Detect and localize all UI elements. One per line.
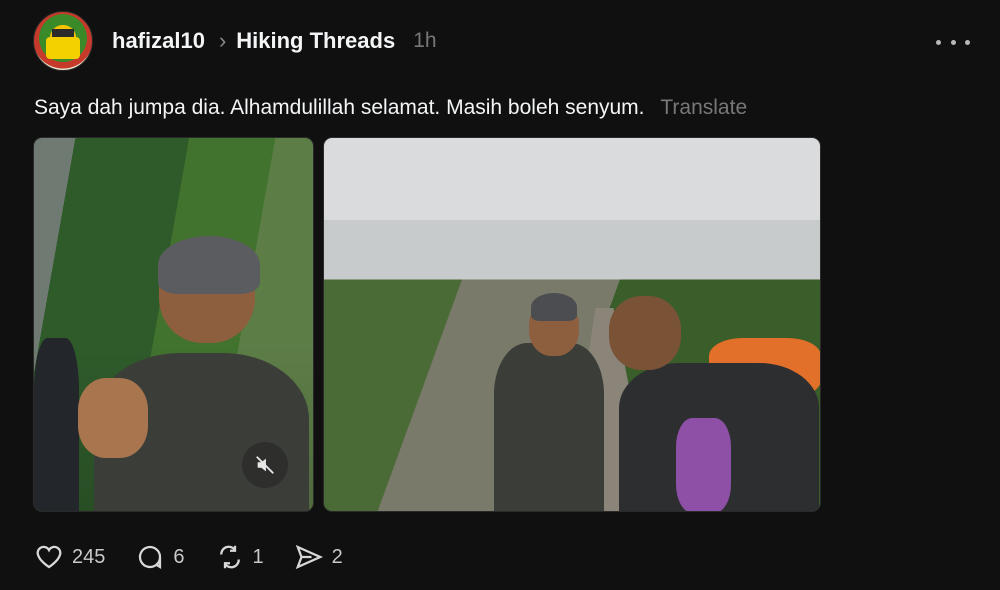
- chevron-right-icon: ›: [218, 28, 227, 53]
- like-button[interactable]: 245: [34, 542, 105, 572]
- more-options-button[interactable]: [936, 32, 970, 52]
- send-icon: [295, 544, 323, 570]
- more-horizontal-icon: [936, 39, 941, 45]
- post-time: 1h: [413, 29, 437, 52]
- post-header: hafizal10 › Hiking Threads 1h: [33, 11, 980, 71]
- post-photo[interactable]: [323, 137, 821, 512]
- reply-button[interactable]: 6: [135, 542, 185, 572]
- repost-count: 1: [252, 545, 264, 568]
- repost-button[interactable]: 1: [215, 542, 264, 572]
- comment-bubble-icon: [139, 545, 162, 570]
- mute-button[interactable]: [242, 442, 288, 488]
- action-bar: 245 6 1 2: [34, 540, 373, 574]
- heart-icon: [36, 545, 62, 569]
- share-button[interactable]: 2: [294, 542, 343, 572]
- username[interactable]: hafizal10: [112, 28, 205, 54]
- reply-count: 6: [173, 545, 185, 568]
- share-count: 2: [331, 545, 343, 568]
- repost-icon: [219, 545, 240, 569]
- community-link[interactable]: Hiking Threads: [236, 28, 395, 54]
- avatar[interactable]: [33, 11, 93, 71]
- translate-link[interactable]: Translate: [660, 96, 747, 119]
- speaker-muted-icon: [256, 456, 274, 474]
- post-body: Saya dah jumpa dia. Alhamdulillah selama…: [34, 96, 747, 120]
- post-text: Saya dah jumpa dia. Alhamdulillah selama…: [34, 96, 645, 119]
- like-count: 245: [72, 545, 106, 568]
